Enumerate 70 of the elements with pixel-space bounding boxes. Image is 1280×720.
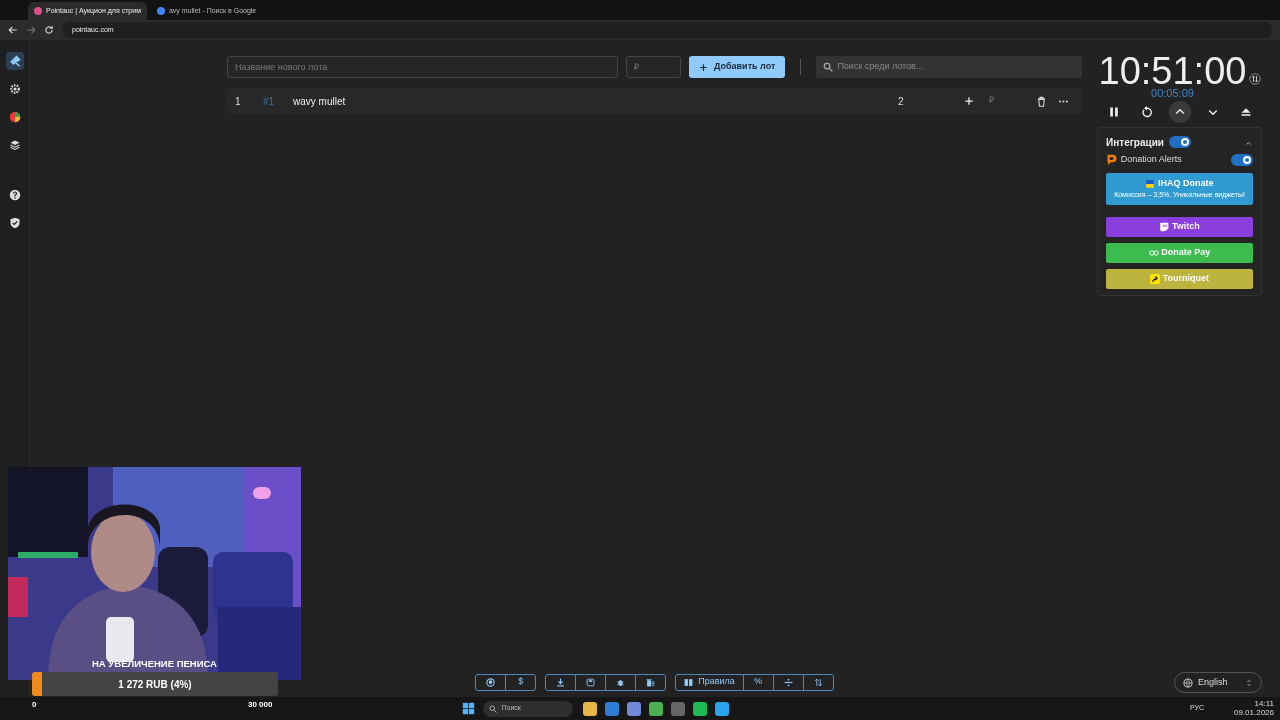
glasses-icon (1148, 247, 1159, 258)
price-field[interactable]: ₽ (626, 56, 681, 78)
divide-button[interactable] (772, 673, 804, 691)
search-field[interactable]: Поиск среди лотов... (816, 56, 1082, 78)
language-select[interactable]: English (1174, 672, 1262, 693)
donation-alerts-icon (1106, 154, 1118, 166)
sort-button[interactable] (802, 673, 834, 691)
lot-name-field[interactable]: Название нового лота (227, 56, 618, 78)
chevron-up-button[interactable] (1168, 101, 1191, 123)
panel-title: Интеграции (1106, 135, 1164, 150)
swap-icon (1249, 73, 1261, 85)
lot-name: wavy mullet (293, 94, 347, 109)
timer-display: 10:51:00 (1097, 52, 1248, 90)
settings-icon (8, 83, 21, 95)
add-lot-button[interactable]: Добавить лот (689, 56, 786, 78)
clock-time: 14:11 (1254, 699, 1274, 709)
sort-icon (813, 677, 823, 687)
restart-icon (1140, 106, 1153, 118)
search-icon (489, 704, 498, 713)
windows-icon (462, 702, 476, 715)
trash-icon (1035, 95, 1047, 107)
save-button[interactable] (575, 673, 607, 691)
toolbar-button[interactable]: % (742, 673, 774, 691)
trash-list-icon (646, 677, 656, 687)
pause-icon (1107, 106, 1120, 118)
taskbar-app-icon[interactable] (627, 701, 642, 716)
taskbar-app-icon[interactable] (649, 701, 664, 716)
integration-button[interactable]: Twitch (1106, 216, 1253, 237)
trash-list-button[interactable] (635, 673, 667, 691)
plus-icon (699, 62, 708, 72)
toggle-switch[interactable] (1231, 154, 1253, 166)
toolbar-button[interactable]: $ (505, 673, 537, 691)
help-icon (8, 189, 21, 201)
goal-amount: 1 272 RUB (4%) (117, 678, 193, 692)
pie-icon (8, 111, 21, 123)
back-icon (8, 25, 18, 35)
forward-icon (26, 25, 36, 35)
reload-icon (44, 25, 54, 35)
book-button[interactable]: Правила (675, 673, 744, 691)
goal-title: НА УВЕЛИЧЕНИЕ ПЕНИСА (91, 657, 218, 671)
clock-date: 09.01.2026 (1233, 708, 1274, 718)
plus-icon (964, 96, 974, 106)
goal-min: 0 (32, 699, 37, 711)
sidebar-item[interactable] (5, 52, 24, 70)
download-button[interactable] (545, 673, 577, 691)
globe-icon (1183, 677, 1193, 688)
gavel-icon (8, 55, 21, 67)
caret-icon (1245, 678, 1253, 687)
eject-icon (1239, 106, 1252, 118)
elapsed-time: 00:05:09 (1150, 88, 1195, 99)
bug-button[interactable] (605, 673, 637, 691)
taskbar-app-icon[interactable] (605, 701, 620, 716)
flag-icon (1145, 178, 1156, 189)
lot-amount: 2 (898, 94, 905, 109)
twitch-icon (1159, 221, 1170, 232)
toggle-switch[interactable] (1169, 136, 1192, 149)
taskbar-app-icon[interactable] (583, 701, 598, 716)
taskbar-app-icon[interactable] (693, 701, 708, 716)
goal-max: 30 000 (248, 699, 273, 711)
integration-label: Donation Alerts (1120, 153, 1182, 167)
shield-icon (8, 217, 21, 229)
download-icon (556, 677, 566, 687)
bug-icon (616, 677, 626, 687)
taskbar-app-icon[interactable] (715, 701, 730, 716)
lot-position: 1 (235, 94, 242, 109)
swap-button[interactable] (1248, 72, 1262, 86)
save-icon (586, 677, 596, 687)
divide-icon (783, 677, 793, 687)
lot-id: #1 (263, 94, 276, 109)
layers-icon (8, 139, 21, 151)
